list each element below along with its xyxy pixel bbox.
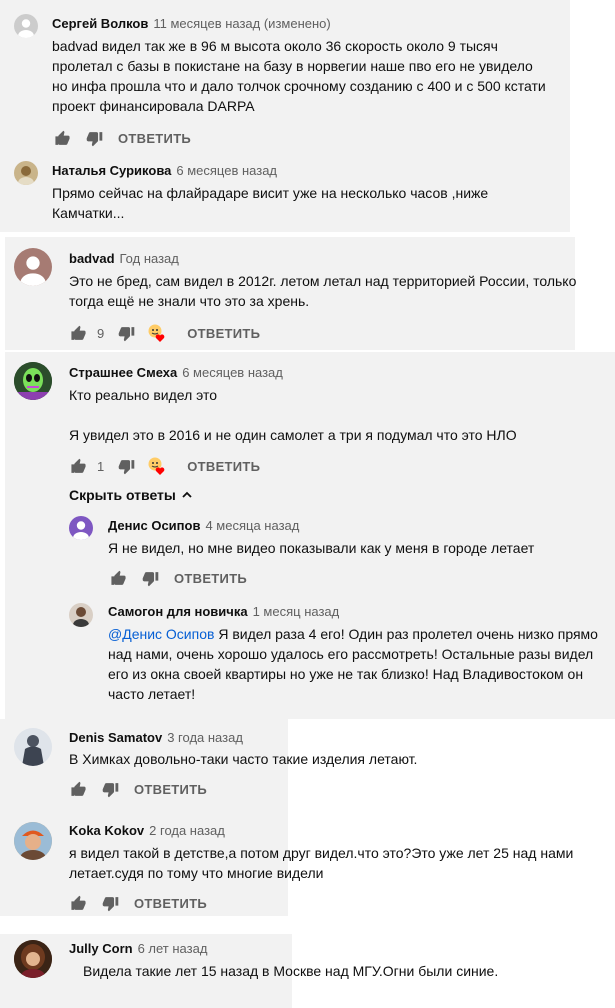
comment-author[interactable]: Denis Samatov	[69, 730, 162, 745]
avatar[interactable]	[14, 14, 38, 38]
comment-text: Кто реально видел это Я увидел это в 2016…	[69, 387, 517, 443]
like-icon[interactable]	[70, 895, 87, 912]
hide-replies-label: Скрыть ответы	[69, 487, 176, 503]
reply-button[interactable]: ОТВЕТИТЬ	[174, 571, 247, 586]
like-count: 1	[97, 458, 105, 474]
avatar[interactable]	[69, 603, 93, 627]
avatar[interactable]	[14, 822, 52, 860]
comment-time[interactable]: 4 месяца назад	[205, 518, 299, 533]
comment-time[interactable]: 6 лет назад	[138, 941, 208, 956]
avatar[interactable]	[14, 248, 52, 286]
like-icon[interactable]	[70, 458, 87, 475]
creator-heart-icon	[147, 456, 167, 476]
reply-button[interactable]: ОТВЕТИТЬ	[134, 782, 207, 797]
avatar[interactable]	[69, 516, 93, 540]
creator-heart-icon	[147, 323, 167, 343]
comment-text: В Химках довольно-таки часто такие издел…	[69, 751, 418, 767]
comment-time[interactable]: 3 года назад	[167, 730, 243, 745]
avatar[interactable]	[14, 362, 52, 400]
comment-text: я видел такой в детстве,а потом друг вид…	[69, 845, 574, 881]
comment-text: badvad видел так же в 96 м высота около …	[52, 38, 546, 114]
reply-button[interactable]: ОТВЕТИТЬ	[187, 459, 260, 474]
comment-author[interactable]: Денис Осипов	[108, 518, 200, 533]
avatar[interactable]	[14, 940, 52, 978]
reply-button[interactable]: ОТВЕТИТЬ	[187, 326, 260, 341]
dislike-icon[interactable]	[118, 325, 135, 342]
comment-time[interactable]: 6 месяцев назад	[176, 163, 277, 178]
like-icon[interactable]	[70, 325, 87, 342]
like-icon[interactable]	[110, 570, 127, 587]
avatar[interactable]	[14, 728, 52, 766]
comment-text: Я не видел, но мне видео показывали как …	[108, 540, 535, 556]
dislike-icon[interactable]	[142, 570, 159, 587]
chevron-up-icon	[182, 491, 192, 498]
reply-button[interactable]: ОТВЕТИТЬ	[118, 131, 191, 146]
mention-link[interactable]: @Денис Осипов	[108, 626, 214, 642]
like-count: 9	[97, 325, 105, 341]
comment-author[interactable]: Сергей Волков	[52, 16, 148, 31]
comment-time[interactable]: 11 месяцев назад (изменено)	[153, 16, 330, 31]
hide-replies-button[interactable]: Скрыть ответы	[69, 487, 194, 503]
comment-author[interactable]: Самогон для новичка	[108, 604, 248, 619]
dislike-icon[interactable]	[102, 895, 119, 912]
dislike-icon[interactable]	[86, 130, 103, 147]
comment-author[interactable]: Наталья Сурикова	[52, 163, 171, 178]
reply-button[interactable]: ОТВЕТИТЬ	[134, 896, 207, 911]
comment-author[interactable]: Koka Kokov	[69, 823, 144, 838]
dislike-icon[interactable]	[118, 458, 135, 475]
dislike-icon[interactable]	[102, 781, 119, 798]
comment-text: Видела такие лет 15 назад в Москве над М…	[83, 963, 499, 979]
comment-author[interactable]: badvad	[69, 251, 115, 266]
comment-text: Прямо сейчас на флайрадаре висит уже на …	[52, 185, 489, 221]
comment-author[interactable]: Jully Corn	[69, 941, 133, 956]
like-icon[interactable]	[70, 781, 87, 798]
comment-time[interactable]: Год назад	[120, 251, 179, 266]
comment-author[interactable]: Страшнее Смеха	[69, 365, 177, 380]
comment-time[interactable]: 2 года назад	[149, 823, 225, 838]
comment-time[interactable]: 6 месяцев назад	[182, 365, 283, 380]
like-icon[interactable]	[54, 130, 71, 147]
comment-text: @Денис Осипов Я видел раза 4 его! Один р…	[108, 626, 598, 702]
avatar[interactable]	[14, 161, 38, 185]
comment-text: Это не бред, сам видел в 2012г. летом ле…	[69, 273, 577, 309]
comment-time[interactable]: 1 месяц назад	[253, 604, 340, 619]
